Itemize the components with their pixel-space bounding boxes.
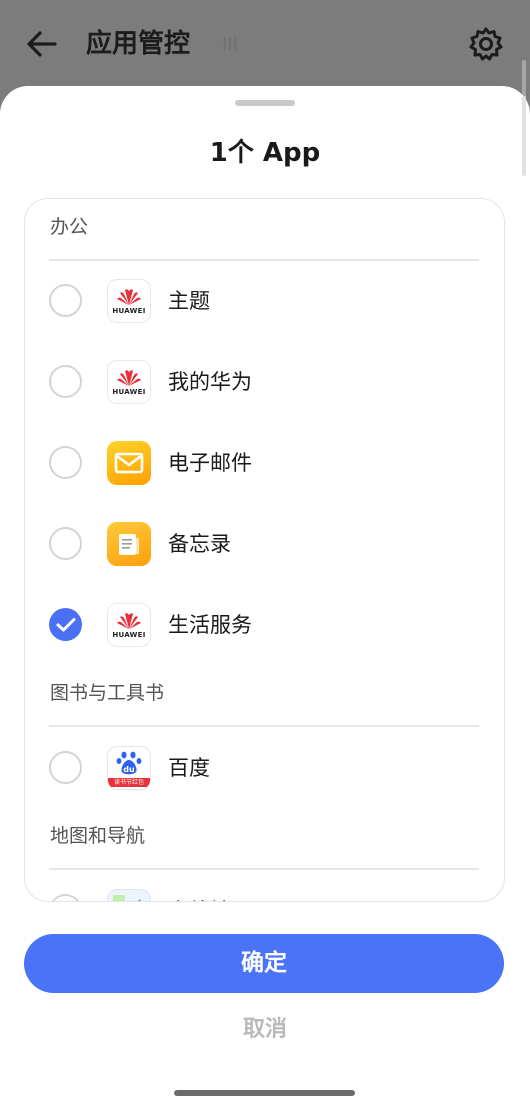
radio-button[interactable] — [49, 365, 82, 398]
list-item-baidu[interactable]: du 读书节红包 百度 — [25, 727, 504, 808]
checkmark-icon — [56, 617, 75, 631]
back-button[interactable] — [22, 24, 62, 64]
huawei-logo-text: HUAWEI — [112, 630, 146, 639]
app-name: 生活服务 — [168, 613, 252, 637]
radio-button[interactable] — [49, 527, 82, 560]
huawei-logo-text: HUAWEI — [112, 306, 146, 315]
app-name: 主题 — [168, 289, 210, 313]
list-item-my-huawei[interactable]: HUAWEI 我的华为 — [25, 341, 504, 422]
huawei-icon: HUAWEI — [107, 603, 151, 647]
app-name: 百度 — [168, 756, 210, 780]
group-header-books-reference: 图书与工具书 — [50, 682, 165, 704]
huawei-logo-text: HUAWEI — [112, 387, 146, 396]
memo-icon — [107, 522, 151, 566]
radio-button-checked[interactable] — [49, 608, 82, 641]
baidu-icon: du 读书节红包 — [107, 746, 151, 790]
confirm-button[interactable]: 确定 — [24, 934, 504, 993]
map-icon — [107, 889, 151, 901]
baidu-logo-text: du — [123, 765, 135, 774]
app-list[interactable]: 办公 HUAWEI 主题 HUAWEI 我的华为 电子邮件 备忘录 HUAWEI… — [24, 198, 505, 902]
list-item-theme[interactable]: HUAWEI 主题 — [25, 260, 504, 341]
radio-button[interactable] — [49, 751, 82, 784]
gear-icon — [469, 27, 503, 61]
sheet-title: 1个 App — [209, 138, 321, 168]
radio-button[interactable] — [49, 446, 82, 479]
app-name: 电子邮件 — [168, 451, 252, 475]
list-item-amap[interactable]: 高德地图 — [25, 870, 504, 901]
baidu-promo-strip: 读书节红包 — [108, 778, 150, 787]
group-header-office: 办公 — [50, 216, 89, 238]
group-header-maps-navigation: 地图和导航 — [50, 825, 146, 847]
arrow-left-icon — [27, 31, 57, 57]
page-title: 应用管控 — [86, 29, 191, 59]
huawei-icon: HUAWEI — [107, 279, 151, 323]
settings-button[interactable] — [466, 24, 506, 64]
huawei-icon: HUAWEI — [107, 360, 151, 404]
list-item-life-services[interactable]: HUAWEI 生活服务 — [25, 584, 504, 665]
app-name: 备忘录 — [168, 532, 231, 556]
app-name: 我的华为 — [168, 370, 252, 394]
home-indicator[interactable] — [174, 1090, 355, 1096]
list-item-memo[interactable]: 备忘录 — [25, 503, 504, 584]
drag-handle[interactable] — [235, 100, 295, 106]
app-name: 高德地图 — [168, 894, 252, 901]
radio-button[interactable] — [49, 284, 82, 317]
radio-button[interactable] — [49, 894, 82, 901]
page-subtitle: III — [222, 34, 238, 55]
mail-icon — [107, 441, 151, 485]
list-item-email[interactable]: 电子邮件 — [25, 422, 504, 503]
app-header: 应用管控 III — [0, 0, 530, 100]
cancel-button[interactable]: 取消 — [190, 1008, 340, 1052]
